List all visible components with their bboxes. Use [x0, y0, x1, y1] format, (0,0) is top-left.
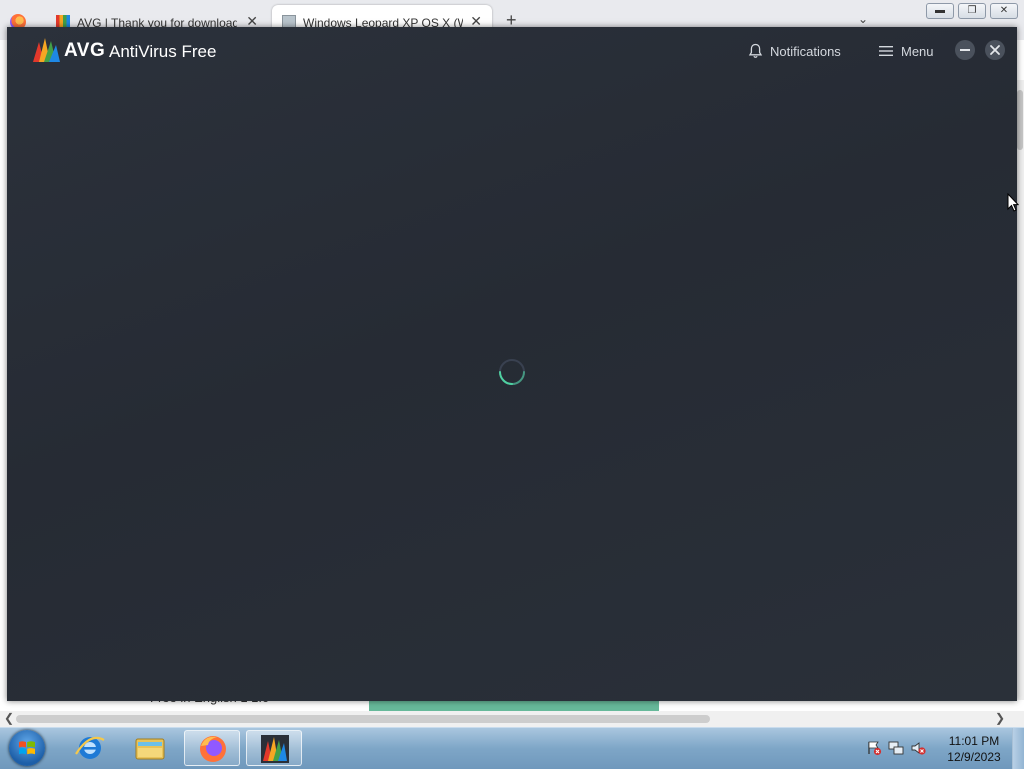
- loading-spinner-icon: [499, 359, 525, 385]
- taskbar-internet-explorer[interactable]: [62, 730, 118, 766]
- close-icon: [990, 45, 1000, 55]
- scroll-right-icon[interactable]: ❯: [995, 711, 1005, 725]
- file-explorer-icon: [135, 738, 165, 760]
- taskbar-firefox[interactable]: [184, 730, 240, 766]
- notifications-button[interactable]: Notifications: [748, 41, 841, 61]
- menu-button[interactable]: Menu: [879, 41, 934, 61]
- firefox-icon: [200, 736, 226, 762]
- avg-minimize-button[interactable]: [955, 40, 975, 60]
- scrollbar-thumb[interactable]: [1017, 90, 1023, 150]
- avg-logo-icon: [33, 38, 60, 62]
- clock-time: 11:01 PM: [948, 734, 1000, 748]
- window-minimize-button[interactable]: ▬: [926, 3, 954, 19]
- window-close-button[interactable]: ✕: [990, 3, 1018, 19]
- taskbar-avg[interactable]: [246, 730, 302, 766]
- page-vertical-scrollbar[interactable]: [1016, 80, 1024, 700]
- internet-explorer-icon: [75, 736, 105, 759]
- taskbar-file-explorer[interactable]: [122, 730, 178, 766]
- show-desktop-button[interactable]: [1012, 728, 1024, 769]
- mouse-cursor-icon: [1007, 193, 1019, 212]
- scroll-left-icon[interactable]: ❮: [4, 711, 14, 725]
- avg-brand-label: AVG: [64, 40, 106, 61]
- start-button[interactable]: [9, 730, 45, 766]
- page-download-bar: [369, 701, 659, 711]
- avg-antivirus-window: AVG AntiVirus Free Notifications Menu: [7, 27, 1017, 701]
- product-name: AntiVirus Free: [109, 42, 217, 61]
- page-horizontal-scrollbar[interactable]: ❮ ❯: [0, 711, 1024, 727]
- scrollbar-thumb[interactable]: [16, 715, 710, 723]
- system-tray: [866, 740, 926, 756]
- window-restore-button[interactable]: ❐: [958, 3, 986, 19]
- avg-icon: [261, 735, 289, 763]
- volume-muted-icon[interactable]: [910, 740, 926, 756]
- windows-logo-icon: [19, 741, 35, 755]
- avg-close-button[interactable]: [985, 40, 1005, 60]
- windows-taskbar: 11:01 PM 12/9/2023: [0, 727, 1024, 769]
- menu-label: Menu: [901, 43, 934, 59]
- hamburger-menu-icon: [879, 46, 893, 56]
- network-icon[interactable]: [888, 740, 904, 756]
- bell-icon: [748, 43, 763, 58]
- list-all-tabs-icon[interactable]: ⌄: [858, 12, 868, 26]
- clock-date: 12/9/2023: [947, 750, 1001, 764]
- system-clock[interactable]: 11:01 PM 12/9/2023: [940, 733, 1008, 765]
- notifications-label: Notifications: [770, 43, 841, 59]
- action-center-flag-icon[interactable]: [866, 740, 882, 756]
